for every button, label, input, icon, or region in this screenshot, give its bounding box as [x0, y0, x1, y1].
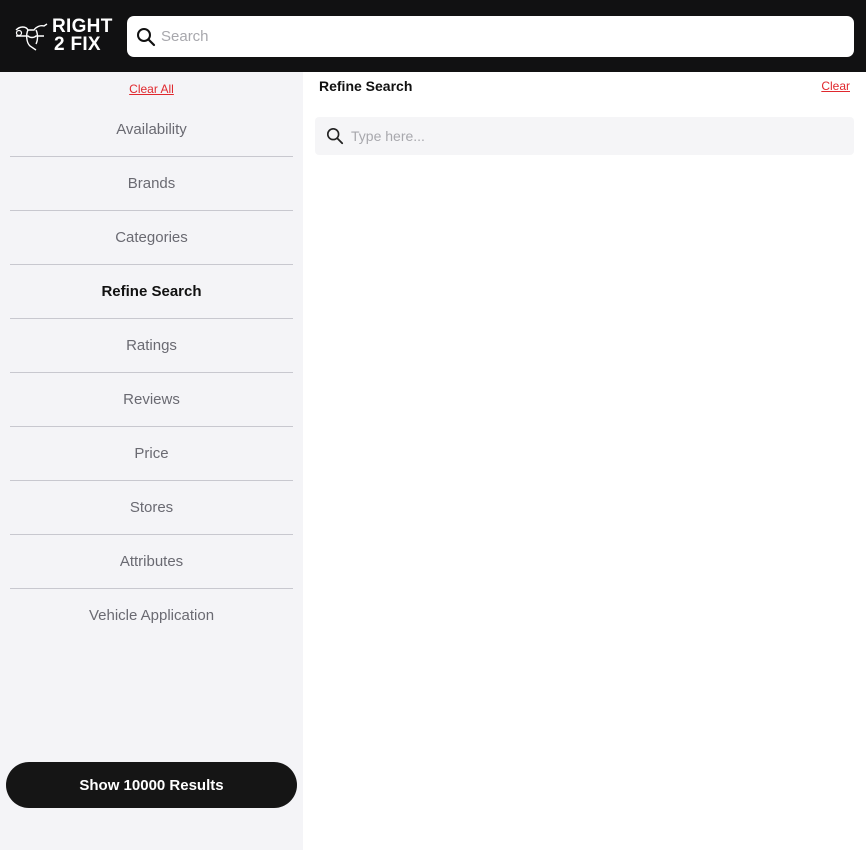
refine-search-field	[315, 117, 854, 155]
facet-attributes[interactable]: Attributes	[10, 535, 293, 589]
show-results-button[interactable]: Show 10000 Results	[6, 762, 297, 808]
logo-wordmark: RIGHT 2 FIX	[52, 17, 113, 55]
facet-brands[interactable]: Brands	[10, 157, 293, 211]
right2fix-logo[interactable]: RIGHT 2 FIX	[14, 17, 120, 56]
filter-sidebar: Clear All Availability Brands Categories…	[0, 72, 303, 850]
facet-refine-search[interactable]: Refine Search	[10, 265, 293, 319]
top-header: RIGHT 2 FIX	[0, 0, 866, 72]
facet-availability[interactable]: Availability	[10, 103, 293, 157]
global-search	[127, 16, 854, 57]
facet-price[interactable]: Price	[10, 427, 293, 481]
facet-categories[interactable]: Categories	[10, 211, 293, 265]
clear-all-link[interactable]: Clear All	[0, 82, 303, 96]
refine-search-input[interactable]	[351, 117, 846, 155]
refine-search-panel: Refine Search Clear	[303, 72, 866, 850]
facet-stores[interactable]: Stores	[10, 481, 293, 535]
search-icon	[326, 127, 344, 145]
facet-vehicle-application[interactable]: Vehicle Application	[10, 589, 293, 642]
panel-title: Refine Search	[319, 78, 413, 94]
panel-clear-link[interactable]: Clear	[821, 79, 850, 93]
search-icon	[137, 28, 156, 47]
facet-list: Availability Brands Categories Refine Se…	[10, 103, 293, 642]
facet-reviews[interactable]: Reviews	[10, 373, 293, 427]
search-input[interactable]	[161, 16, 841, 57]
facet-ratings[interactable]: Ratings	[10, 319, 293, 373]
logo-line-2: 2 FIX	[54, 34, 101, 55]
wrench-hand-icon	[15, 23, 48, 51]
